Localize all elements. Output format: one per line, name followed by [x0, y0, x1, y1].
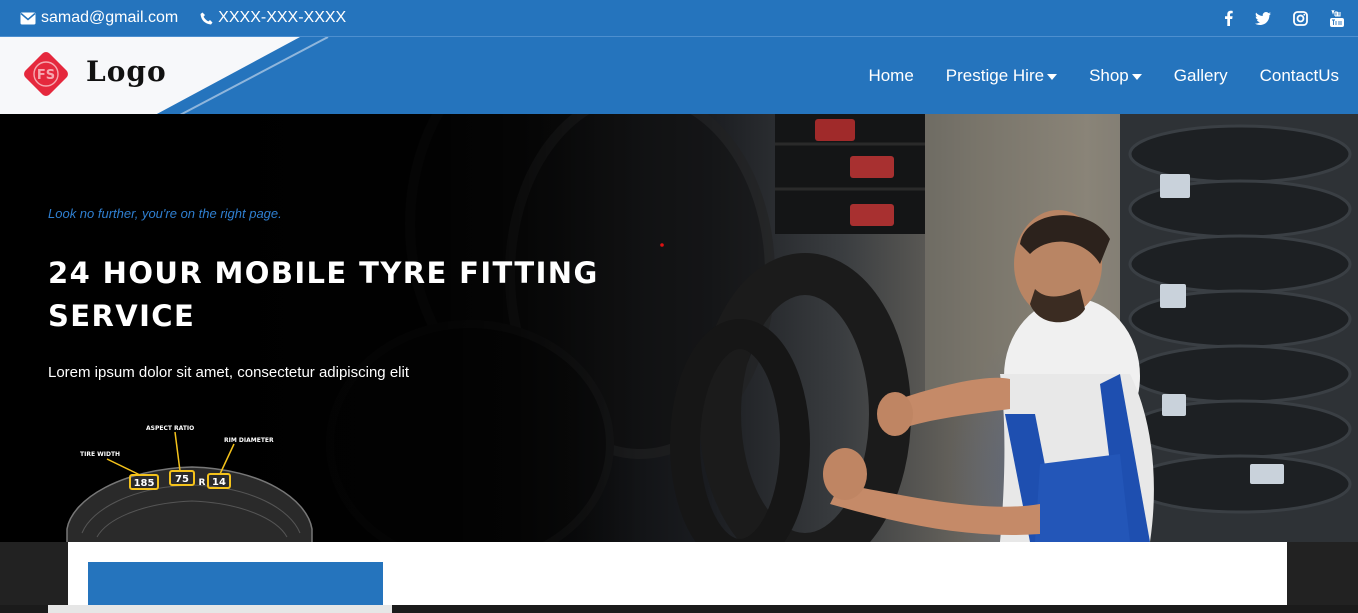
tire-size-diagram: 185 75 R 14 TIRE WIDTH ASPECT RATIO RIM … [66, 425, 313, 542]
phone-text: XXXX-XXX-XXXX [218, 9, 347, 26]
nav-menu: Home Prestige Hire Shop Gallery ContactU… [868, 37, 1339, 115]
content-card [68, 542, 1287, 613]
brand-logo[interactable]: FS Logo [0, 37, 330, 115]
diagram-ratio-value: 75 [175, 474, 189, 485]
nav-item-label: Prestige Hire [945, 66, 1045, 85]
nav-item-prestige-hire[interactable]: Prestige Hire [945, 66, 1058, 86]
youtube-icon[interactable] [1330, 9, 1344, 27]
email-contact[interactable]: samad@gmail.com [20, 9, 178, 27]
nav-item-home[interactable]: Home [868, 66, 913, 86]
nav-item-shop[interactable]: Shop [1089, 66, 1142, 86]
diagram-label-aspect-ratio: ASPECT RATIO [146, 425, 194, 432]
caret-down-icon [1047, 73, 1058, 80]
hero-headline: 24 HOUR MOBILE TYRE FITTING SERVICE [48, 256, 599, 333]
nav-item-gallery[interactable]: Gallery [1174, 66, 1228, 86]
hero-banner: Look no further, you're on the right pag… [0, 114, 1358, 542]
nav-item-contactus[interactable]: ContactUs [1260, 66, 1339, 86]
instagram-icon[interactable] [1293, 10, 1308, 26]
envelope-icon [20, 12, 36, 25]
bottom-strip [0, 605, 1358, 613]
bottom-strip-light [48, 605, 392, 613]
nav-item-label: Home [868, 66, 914, 85]
caret-down-icon [1131, 73, 1142, 80]
logo-text: Logo [86, 55, 167, 88]
top-contact-bar: samad@gmail.com XXXX-XXX-XXXX [0, 0, 1358, 36]
diagram-rim-value: 14 [212, 477, 226, 488]
diagram-width-value: 185 [134, 478, 155, 489]
hero-tagline: Look no further, you're on the right pag… [48, 206, 282, 221]
nav-item-label: Shop [1089, 66, 1129, 85]
diagram-label-tire-width: TIRE WIDTH [80, 451, 120, 458]
twitter-icon[interactable] [1255, 11, 1271, 25]
logo-mark-text: FS [37, 68, 55, 83]
phone-icon [200, 12, 213, 25]
main-navbar: FS Logo Home Prestige Hire Shop Gallery … [0, 36, 1358, 115]
nav-item-label: Gallery [1173, 66, 1228, 85]
contact-info: samad@gmail.com XXXX-XXX-XXXX [20, 9, 346, 27]
email-text: samad@gmail.com [41, 9, 179, 26]
logo-mark-icon: FS [17, 45, 75, 103]
phone-contact[interactable]: XXXX-XXX-XXXX [200, 9, 346, 27]
nav-item-label: ContactUs [1259, 66, 1339, 85]
hero-subtitle: Lorem ipsum dolor sit amet, consectetur … [48, 364, 409, 381]
diagram-label-rim-diameter: RIM DIAMETER [224, 437, 274, 444]
social-links [1224, 9, 1344, 27]
diagram-rim-letter: R [199, 478, 206, 488]
facebook-icon[interactable] [1224, 10, 1233, 26]
